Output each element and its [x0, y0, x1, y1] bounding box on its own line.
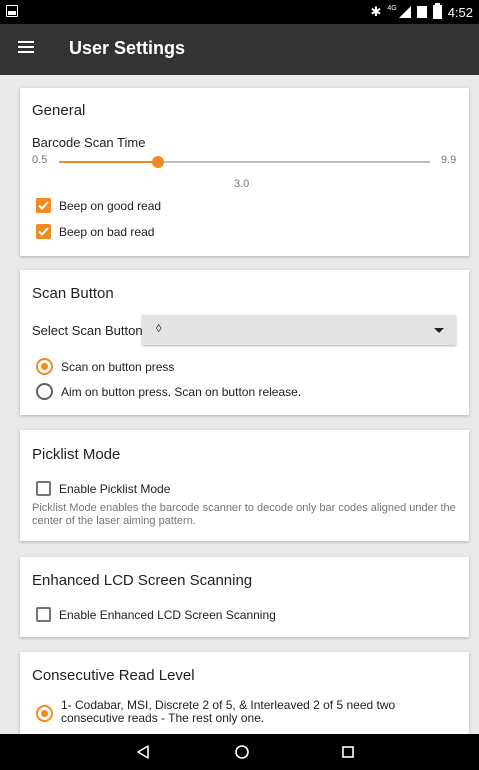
radio-selected-icon — [36, 358, 53, 375]
checkbox-unchecked-icon — [36, 607, 51, 622]
scan-time-label: Barcode Scan Time — [32, 135, 146, 150]
consecutive-read-card: Consecutive Read Level 1- Codabar, MSI, … — [20, 652, 469, 751]
scan-on-press-radio[interactable]: Scan on button press — [36, 358, 174, 375]
app-bar: User Settings — [0, 24, 479, 75]
battery-icon — [432, 3, 442, 19]
back-icon[interactable] — [123, 734, 163, 770]
status-icons: ✱ 4G 4:52 — [370, 3, 473, 21]
picklist-checkbox[interactable]: Enable Picklist Mode — [36, 481, 170, 496]
general-card: General Barcode Scan Time 0.5 9.9 3.0 Be… — [20, 88, 469, 256]
enhanced-lcd-card: Enhanced LCD Screen Scanning Enable Enha… — [20, 557, 469, 637]
hamburger-menu-icon[interactable] — [18, 41, 34, 54]
slider-thumb[interactable] — [151, 156, 164, 168]
picklist-title: Picklist Mode — [32, 446, 121, 463]
select-value: ◊ — [156, 323, 162, 335]
image-icon — [6, 5, 18, 17]
enhanced-lcd-checkbox-label: Enable Enhanced LCD Screen Scanning — [59, 607, 276, 622]
home-icon[interactable] — [222, 734, 262, 770]
picklist-description: Picklist Mode enables the barcode scanne… — [32, 502, 456, 527]
slider-max-label: 9.9 — [441, 154, 457, 166]
network-type-label: 4G — [387, 4, 397, 12]
slider-fill — [59, 161, 158, 163]
slider-min-label: 0.5 — [32, 154, 48, 166]
sim-icon — [416, 6, 427, 18]
navigation-bar — [0, 734, 479, 770]
consecutive-option-1-radio[interactable]: 1- Codabar, MSI, Discrete 2 of 5, & Inte… — [36, 699, 456, 725]
radio-unselected-icon — [36, 383, 53, 400]
signal-icon — [398, 6, 411, 18]
general-title: General — [32, 102, 86, 119]
scan-button-select[interactable]: ◊ — [142, 315, 456, 345]
status-bar: ✱ 4G 4:52 — [0, 0, 479, 24]
beep-bad-checkbox[interactable]: Beep on bad read — [36, 224, 154, 239]
checkbox-unchecked-icon — [36, 481, 51, 496]
radio-selected-icon — [36, 705, 53, 722]
beep-bad-label: Beep on bad read — [59, 224, 155, 239]
select-scan-button-label: Select Scan Button: — [32, 323, 147, 338]
aim-on-press-radio[interactable]: Aim on button press. Scan on button rele… — [36, 383, 301, 400]
consecutive-option-1-label: 1- Codabar, MSI, Discrete 2 of 5, & Inte… — [61, 698, 396, 725]
aim-on-press-label: Aim on button press. Scan on button rele… — [61, 385, 302, 399]
beep-good-label: Beep on good read — [59, 198, 162, 213]
scan-button-card: Scan Button Select Scan Button: ◊ Scan o… — [20, 270, 469, 415]
picklist-card: Picklist Mode Enable Picklist Mode Pickl… — [20, 430, 469, 541]
status-time: 4:52 — [447, 4, 473, 20]
scan-time-slider[interactable] — [59, 156, 430, 168]
page-title: User Settings — [69, 38, 186, 58]
scan-on-press-label: Scan on button press — [61, 360, 175, 374]
consecutive-title: Consecutive Read Level — [32, 667, 195, 684]
picklist-checkbox-label: Enable Picklist Mode — [59, 481, 171, 496]
enhanced-lcd-checkbox[interactable]: Enable Enhanced LCD Screen Scanning — [36, 607, 276, 622]
beep-good-checkbox[interactable]: Beep on good read — [36, 198, 161, 213]
enhanced-lcd-title: Enhanced LCD Screen Scanning — [32, 572, 253, 589]
checkbox-checked-icon — [36, 198, 51, 213]
scan-button-title: Scan Button — [32, 285, 114, 302]
bluetooth-icon: ✱ — [370, 4, 382, 19]
slider-value-label: 3.0 — [234, 178, 250, 190]
recents-icon[interactable] — [328, 734, 368, 770]
checkbox-checked-icon — [36, 224, 51, 239]
dropdown-arrow-icon — [434, 328, 444, 333]
